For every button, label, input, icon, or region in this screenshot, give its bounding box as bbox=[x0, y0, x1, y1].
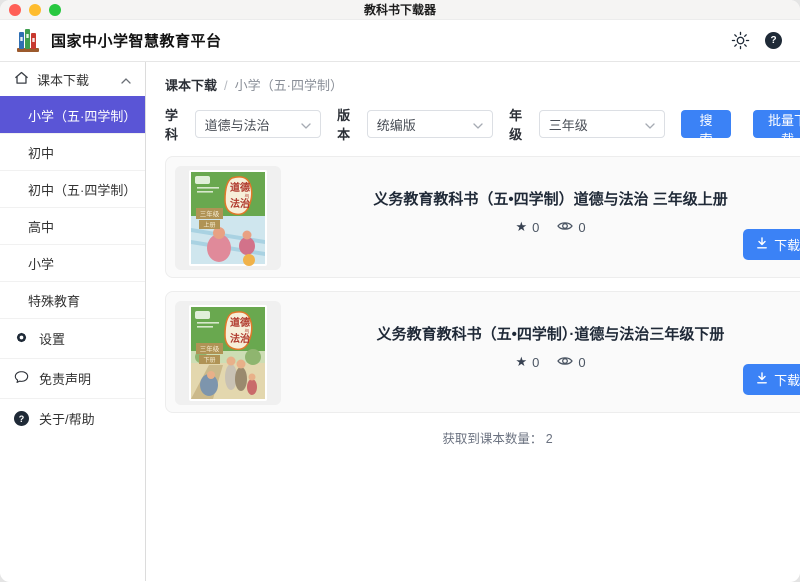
book-title: 义务教育教科书（五•四学制）道德与法治 三年级上册 bbox=[373, 188, 727, 209]
svg-text:上册: 上册 bbox=[203, 221, 215, 229]
download-button[interactable]: 下载 bbox=[743, 229, 800, 260]
sidebar-item-label: 设置 bbox=[39, 329, 65, 348]
sidebar-item-senior[interactable]: 高中 bbox=[0, 207, 145, 244]
edition-label: 版本 bbox=[337, 105, 359, 143]
svg-text:道德: 道德 bbox=[230, 316, 250, 329]
sidebar-item-primary-5-4[interactable]: 小学（五·四学制） bbox=[0, 96, 145, 133]
book-cover-thumbnail: 道德 与 法治 三年级 下册 bbox=[175, 301, 281, 405]
edition-select-value: 统编版 bbox=[377, 115, 416, 134]
star-stat: ★ 0 bbox=[515, 354, 539, 370]
star-icon: ★ bbox=[515, 219, 527, 235]
view-count: 0 bbox=[578, 355, 585, 370]
batch-download-button[interactable]: 批量下载 bbox=[753, 110, 800, 138]
main-content: 课本下载 / 小学（五·四学制） 学科 道德与法治 版本 统编版 年级 bbox=[146, 62, 800, 581]
book-title: 义务教育教科书（五•四学制）·道德与法治三年级下册 bbox=[377, 323, 725, 344]
svg-text:道德: 道德 bbox=[230, 181, 250, 194]
view-stat: 0 bbox=[557, 355, 585, 370]
download-icon bbox=[756, 372, 768, 387]
search-button[interactable]: 搜索 bbox=[681, 110, 731, 138]
sidebar-item-label: 小学（五·四学制） bbox=[28, 106, 136, 125]
speech-bubble-icon bbox=[14, 370, 29, 387]
gear-icon bbox=[14, 330, 29, 348]
book-card: 道德 与 法治 三年级 上册 义务教育教科书（五•四学制）道德与法治 三年级上册 bbox=[165, 156, 800, 278]
app-header: 国家中小学智慧教育平台 ? bbox=[0, 20, 800, 62]
sidebar-item-label: 初中（五·四学制） bbox=[28, 180, 136, 199]
chevron-down-icon bbox=[301, 117, 311, 132]
subject-select[interactable]: 道德与法治 bbox=[195, 110, 321, 138]
chevron-up-icon bbox=[121, 72, 131, 87]
help-icon[interactable]: ? bbox=[765, 32, 782, 49]
star-count: 0 bbox=[532, 355, 539, 370]
sidebar-item-disclaimer[interactable]: 免责声明 bbox=[0, 358, 145, 398]
sidebar-item-label: 关于/帮助 bbox=[39, 409, 95, 428]
svg-text:下册: 下册 bbox=[203, 357, 215, 364]
filter-bar: 学科 道德与法治 版本 统编版 年级 三年级 bbox=[165, 105, 800, 143]
sidebar-item-label: 高中 bbox=[28, 217, 54, 236]
subject-select-value: 道德与法治 bbox=[205, 115, 270, 134]
sidebar: 课本下载 小学（五·四学制） 初中 初中（五·四学制） 高中 小学 特殊教育 bbox=[0, 62, 146, 581]
grade-select[interactable]: 三年级 bbox=[539, 110, 665, 138]
download-icon bbox=[756, 237, 768, 252]
sidebar-item-junior-5-4[interactable]: 初中（五·四学制） bbox=[0, 170, 145, 207]
view-stat: 0 bbox=[557, 220, 585, 235]
eye-icon bbox=[557, 220, 573, 235]
subject-label: 学科 bbox=[165, 105, 187, 143]
sidebar-item-label: 小学 bbox=[28, 254, 54, 273]
breadcrumb-root[interactable]: 课本下载 bbox=[165, 78, 217, 93]
svg-text:三年级: 三年级 bbox=[200, 209, 220, 218]
window-title: 教科书下载器 bbox=[0, 1, 800, 18]
eye-icon bbox=[557, 355, 573, 370]
view-count: 0 bbox=[578, 220, 585, 235]
svg-text:法治: 法治 bbox=[230, 197, 250, 210]
titlebar: 教科书下载器 bbox=[0, 0, 800, 20]
book-cover-image: 道德 与 法治 三年级 下册 bbox=[189, 305, 267, 401]
book-stats: ★ 0 0 bbox=[515, 219, 585, 235]
sidebar-item-label: 初中 bbox=[28, 143, 54, 162]
svg-text:法治: 法治 bbox=[230, 332, 250, 345]
download-button-label: 下载 bbox=[774, 235, 800, 254]
sidebar-item-label: 免责声明 bbox=[39, 369, 91, 388]
grade-select-value: 三年级 bbox=[549, 115, 588, 134]
book-cover-image: 道德 与 法治 三年级 上册 bbox=[189, 170, 267, 266]
question-circle-icon: ? bbox=[14, 411, 29, 426]
sidebar-item-special-education[interactable]: 特殊教育 bbox=[0, 281, 145, 318]
download-button-label: 下载 bbox=[774, 370, 800, 389]
sidebar-section-textbook-download[interactable]: 课本下载 bbox=[0, 62, 145, 96]
breadcrumb-current: 小学（五·四学制） bbox=[235, 78, 343, 93]
book-stats: ★ 0 0 bbox=[515, 354, 585, 370]
book-card: 道德 与 法治 三年级 下册 义务教育教科书（五•四学制）·道德与法治三年级下册 bbox=[165, 291, 800, 413]
home-icon bbox=[14, 71, 29, 88]
sidebar-item-label: 特殊教育 bbox=[28, 291, 80, 310]
svg-text:三年级: 三年级 bbox=[200, 344, 220, 353]
app-title: 国家中小学智慧教育平台 bbox=[51, 30, 222, 51]
chevron-down-icon bbox=[473, 117, 483, 132]
theme-toggle-sun-icon[interactable] bbox=[730, 31, 750, 51]
chevron-down-icon bbox=[645, 117, 655, 132]
star-count: 0 bbox=[532, 220, 539, 235]
books-logo-icon bbox=[14, 28, 42, 54]
sidebar-item-junior[interactable]: 初中 bbox=[0, 133, 145, 170]
app-window: 教科书下载器 国家中小学智慧教育平台 bbox=[0, 0, 800, 582]
download-button[interactable]: 下载 bbox=[743, 364, 800, 395]
result-count-text: 获取到课本数量： 2 bbox=[165, 428, 800, 447]
edition-select[interactable]: 统编版 bbox=[367, 110, 493, 138]
sidebar-item-primary[interactable]: 小学 bbox=[0, 244, 145, 281]
grade-label: 年级 bbox=[509, 105, 531, 143]
star-icon: ★ bbox=[515, 354, 527, 370]
sidebar-section-label: 课本下载 bbox=[37, 70, 89, 89]
sidebar-item-about-help[interactable]: ? 关于/帮助 bbox=[0, 398, 145, 438]
sidebar-item-settings[interactable]: 设置 bbox=[0, 318, 145, 358]
star-stat: ★ 0 bbox=[515, 219, 539, 235]
breadcrumb-separator: / bbox=[224, 78, 228, 93]
breadcrumb: 课本下载 / 小学（五·四学制） bbox=[165, 75, 800, 94]
book-cover-thumbnail: 道德 与 法治 三年级 上册 bbox=[175, 166, 281, 270]
